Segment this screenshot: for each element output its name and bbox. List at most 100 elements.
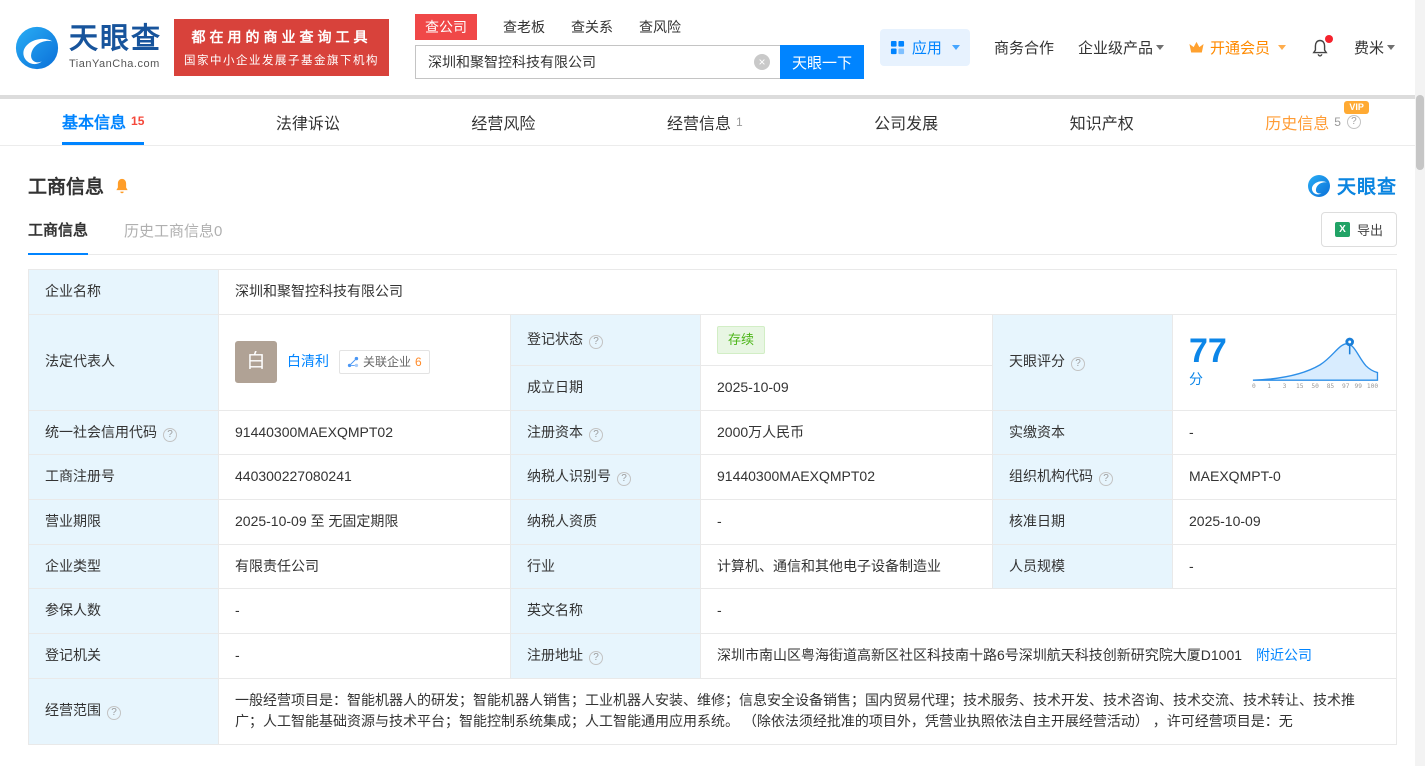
header-right: 应用 商务合作 企业级产品 开通会员 费米	[879, 29, 1425, 66]
banner-line2: 国家中小企业发展子基金旗下机构	[184, 55, 380, 67]
search-input-wrap: ×	[415, 45, 781, 79]
legal-rep-name-link[interactable]: 白清利	[287, 351, 329, 373]
export-button[interactable]: X 导出	[1320, 212, 1397, 247]
search-button[interactable]: 天眼一下	[780, 45, 865, 79]
help-icon[interactable]: ?	[163, 427, 177, 442]
score-value: 77	[1189, 331, 1227, 370]
open-vip-label: 开通会员	[1209, 40, 1270, 57]
table-row: 统一社会信用代码? 91440300MAEXQMPT02 注册资本? 2000万…	[28, 409, 1397, 456]
scrollbar-thumb[interactable]	[1416, 95, 1424, 170]
watermark-logo-text: 天眼查	[1336, 177, 1397, 198]
subtab-business-info[interactable]: 工商信息	[28, 219, 89, 255]
legal-rep-avatar[interactable]: 白	[235, 341, 277, 384]
svg-text:85: 85	[1326, 383, 1334, 390]
user-menu[interactable]: 费米	[1354, 37, 1395, 58]
taxpayer-id-label-text: 纳税人识别号	[527, 468, 611, 485]
chevron-down-icon	[1155, 45, 1164, 50]
tianyancha-logo[interactable]: 天眼查 TianYanCha.com	[14, 25, 162, 71]
legal-rep-cell: 白 白清利 关联企业 6	[218, 313, 511, 411]
reg-authority-label: 登记机关	[28, 632, 219, 679]
main-content: 工商信息 天眼查 工商信息 历史工商信息0 X 导出 企业名称 深圳和聚智控科技…	[0, 172, 1425, 746]
tab-legal-proceedings[interactable]: 法律诉讼	[276, 99, 340, 145]
svg-text:99: 99	[1354, 383, 1362, 390]
tab-label: 经营风险	[471, 116, 536, 133]
svg-text:0: 0	[1252, 383, 1256, 390]
help-icon[interactable]: ?	[589, 334, 603, 349]
user-name: 费米	[1353, 40, 1384, 57]
search-tab-risk[interactable]: 查风险	[639, 17, 681, 37]
company-nav: 基本信息 15 法律诉讼 经营风险 经营信息 1 公司发展 知识产权 VIP 历…	[0, 99, 1425, 146]
insured-count-label: 参保人数	[28, 588, 219, 634]
tab-label: 知识产权	[1069, 116, 1134, 133]
help-icon[interactable]: ?	[589, 427, 603, 442]
open-vip-link[interactable]: 开通会员	[1188, 37, 1286, 58]
tab-count: 1	[735, 115, 743, 129]
help-icon[interactable]: ?	[107, 706, 121, 721]
reg-address-text: 深圳市南山区粤海街道高新区社区科技南十路6号深圳航天科技创新研究院大厦D1001	[717, 646, 1243, 663]
top-bar: 天眼查 TianYanCha.com 都在用的商业查询工具 国家中小企业发展子基…	[0, 0, 1425, 95]
tianyancha-logo-icon	[15, 26, 59, 69]
credit-code-label: 统一社会信用代码?	[28, 409, 219, 456]
tab-label: 经营信息	[666, 116, 731, 133]
org-code-label-text: 组织机构代码	[1009, 468, 1093, 485]
watermark-logo: 天眼查	[1307, 172, 1397, 199]
industry-value: 计算机、通信和其他电子设备制造业	[700, 543, 993, 590]
help-icon[interactable]: ?	[589, 650, 603, 665]
logo-text-block: 天眼查 TianYanCha.com	[69, 25, 162, 71]
subtab-history-business-info[interactable]: 历史工商信息0	[124, 220, 222, 254]
status-badge: 存续	[717, 325, 766, 354]
score-label-text: 天眼评分	[1009, 353, 1065, 370]
org-code-value: MAEXQMPT-0	[1172, 454, 1397, 500]
svg-text:15: 15	[1296, 383, 1304, 390]
reg-status-label: 登记状态?	[510, 313, 701, 366]
tab-history-info[interactable]: VIP 历史信息 5 ?	[1265, 99, 1369, 145]
help-icon[interactable]: ?	[617, 472, 631, 487]
approval-date-label: 核准日期	[992, 498, 1173, 545]
notifications-button[interactable]	[1310, 34, 1333, 58]
business-cooperation-link[interactable]: 商务合作	[994, 37, 1054, 58]
enterprise-products-label: 企业级产品	[1077, 40, 1153, 57]
taxpayer-qualification-label: 纳税人资质	[510, 498, 701, 545]
tab-operation-risk[interactable]: 经营风险	[471, 99, 535, 145]
score-unit: 分	[1189, 370, 1203, 387]
tab-intellectual-property[interactable]: 知识产权	[1070, 99, 1134, 145]
help-icon[interactable]: ?	[1099, 472, 1113, 487]
tab-company-development[interactable]: 公司发展	[874, 99, 938, 145]
taxpayer-id-label: 纳税人识别号?	[510, 454, 701, 500]
search-tab-boss[interactable]: 查老板	[503, 17, 545, 37]
subscribe-bell-icon[interactable]	[113, 177, 131, 195]
svg-text:100: 100	[1367, 383, 1378, 390]
apps-button[interactable]: 应用	[879, 29, 970, 66]
reg-address-label: 注册地址?	[510, 632, 701, 679]
search-input[interactable]	[415, 45, 781, 79]
taxpayer-qualification-value: -	[700, 498, 993, 545]
table-row: 工商注册号 440300227080241 纳税人识别号? 91440300MA…	[28, 454, 1397, 500]
clear-search-icon[interactable]: ×	[754, 54, 771, 70]
logo-domain: TianYanCha.com	[69, 58, 160, 70]
help-icon[interactable]: ?	[1346, 115, 1361, 129]
nearby-companies-link[interactable]: 附近公司	[1256, 647, 1312, 663]
table-row: 企业名称 深圳和聚智控科技有限公司	[28, 269, 1397, 315]
svg-text:3: 3	[1282, 383, 1286, 390]
establish-date-label: 成立日期	[510, 364, 701, 411]
reg-status-value: 存续	[700, 313, 993, 366]
score-cell: 77分 0 1 3 15 50 85 97 99 100	[1172, 313, 1397, 411]
business-term-label: 营业期限	[28, 498, 219, 545]
tab-basic-info[interactable]: 基本信息 15	[62, 99, 145, 145]
search-tab-company[interactable]: 查公司	[415, 14, 478, 40]
crown-icon	[1189, 41, 1204, 53]
related-companies-tag[interactable]: 关联企业 6	[339, 349, 430, 375]
export-label: 导出	[1356, 223, 1383, 238]
reg-address-label-text: 注册地址	[527, 646, 583, 663]
business-scope-label-text: 经营范围	[45, 702, 101, 719]
credit-code-value: 91440300MAEXQMPT02	[218, 409, 511, 456]
business-term-value: 2025-10-09 至 无固定期限	[218, 498, 511, 545]
english-name-label: 英文名称	[510, 588, 701, 634]
help-icon[interactable]: ?	[1071, 357, 1085, 372]
scrollbar[interactable]	[1415, 0, 1425, 766]
tab-operation-info[interactable]: 经营信息 1	[667, 99, 743, 145]
enterprise-products-link[interactable]: 企业级产品	[1078, 37, 1164, 58]
search-tab-relation[interactable]: 查关系	[571, 17, 613, 37]
chevron-down-icon	[951, 45, 960, 50]
section-header: 工商信息 天眼查	[28, 172, 1397, 199]
